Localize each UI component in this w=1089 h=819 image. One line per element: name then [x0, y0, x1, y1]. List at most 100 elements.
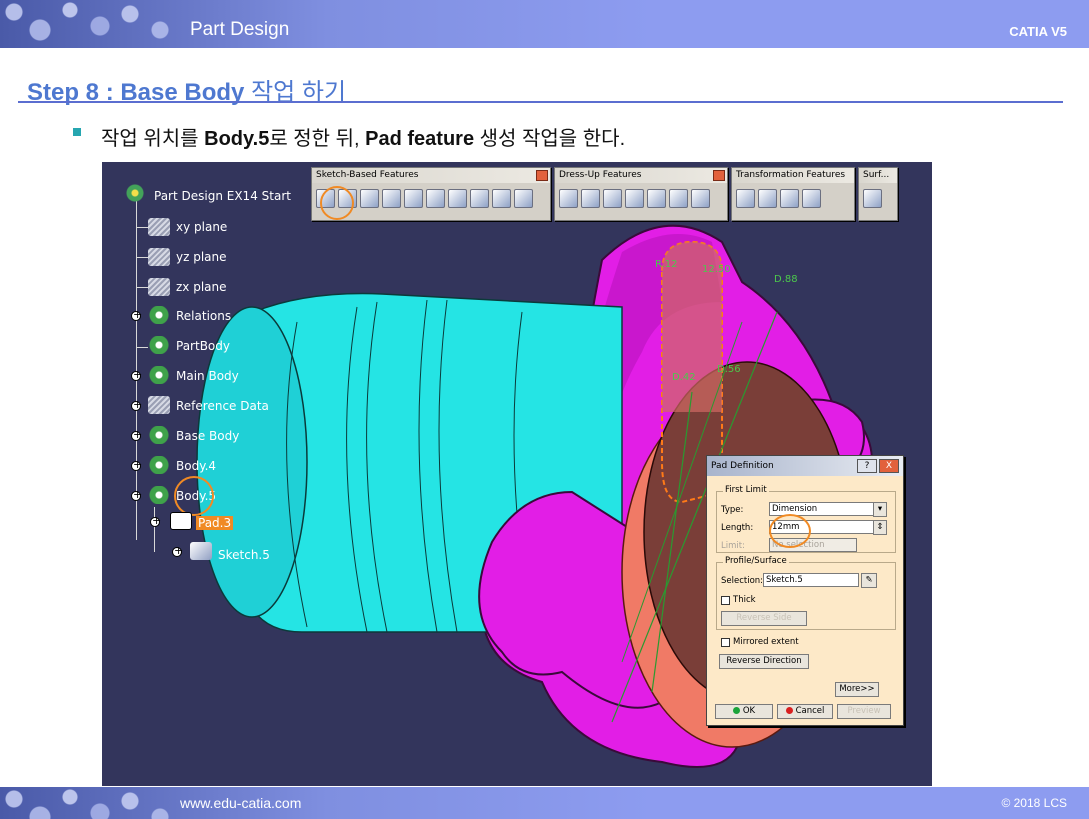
specification-tree: Part Design EX14 Start xy plane yz plane… — [102, 162, 362, 582]
profile-surface-group: Profile/Surface Selection: Sketch.5 ✎ Th… — [716, 556, 896, 630]
tree-item-sketch-5[interactable]: Sketch.5 — [218, 548, 270, 562]
draft-icon[interactable] — [603, 189, 622, 208]
tree-branch — [136, 257, 148, 258]
chamfer-icon[interactable] — [581, 189, 600, 208]
dialog-close-button[interactable]: X — [879, 459, 899, 473]
toolbar-dress-up: Dress-Up Features — [554, 167, 728, 221]
highlight-ring — [320, 186, 354, 220]
toolbar-surface: Surf... — [858, 167, 898, 221]
stepper-icon[interactable]: ⇕ — [873, 520, 887, 535]
slot-icon[interactable] — [448, 189, 467, 208]
remove-loft-icon[interactable] — [514, 189, 533, 208]
selection-input[interactable]: Sketch.5 — [763, 573, 859, 587]
tree-item-main-body[interactable]: Main Body — [176, 369, 239, 383]
ok-icon — [732, 707, 740, 714]
header-decoration — [0, 0, 170, 48]
reverse-side-button[interactable]: Reverse Side — [721, 611, 807, 626]
tree-item-partbody[interactable]: PartBody — [176, 339, 230, 353]
thickness-icon[interactable] — [647, 189, 666, 208]
dim-label: D.56 — [717, 364, 741, 375]
tree-item-base-body[interactable]: Base Body — [176, 429, 239, 443]
collapse-icon[interactable] — [131, 488, 142, 501]
toolbar-title: Surf... — [859, 168, 897, 183]
dim-label: 12.50 — [702, 264, 731, 275]
body-gear-icon — [148, 486, 170, 504]
expand-icon[interactable] — [172, 544, 183, 557]
ok-button[interactable]: OK — [715, 704, 773, 719]
mirrored-extent-checkbox[interactable] — [721, 638, 730, 647]
thick-checkbox[interactable] — [721, 596, 730, 605]
shaft-icon[interactable] — [360, 189, 379, 208]
mirror-icon[interactable] — [758, 189, 777, 208]
expand-icon[interactable] — [131, 308, 142, 321]
hole-icon[interactable] — [404, 189, 423, 208]
expand-icon[interactable] — [131, 368, 142, 381]
cancel-icon — [785, 707, 793, 714]
expand-icon[interactable] — [131, 458, 142, 471]
dim-label: R.12 — [655, 259, 678, 270]
toolbar-sketch-based: Sketch-Based Features — [311, 167, 551, 221]
more-button[interactable]: More>> — [835, 682, 879, 697]
ok-label: OK — [742, 706, 756, 716]
preview-button[interactable]: Preview — [837, 704, 891, 719]
mirrored-extent-label: Mirrored extent — [733, 637, 799, 647]
help-button[interactable]: ? — [857, 459, 877, 473]
dropdown-icon[interactable]: ▾ — [873, 502, 887, 517]
header-band: Part Design CATIA V5 — [0, 0, 1089, 48]
tree-item-xy-plane[interactable]: xy plane — [176, 220, 227, 234]
catia-viewport[interactable]: R.12 12.50 D.88 D.42 D.56 Part Design EX… — [102, 162, 932, 786]
cancel-label: Cancel — [795, 706, 825, 716]
footer-url: www.edu-catia.com — [180, 795, 302, 811]
profile-surface-label: Profile/Surface — [723, 556, 789, 566]
brand-label: CATIA V5 — [1009, 24, 1067, 39]
tree-item-body-4[interactable]: Body.4 — [176, 459, 216, 473]
expand-icon[interactable] — [131, 398, 142, 411]
stiffener-icon[interactable] — [470, 189, 489, 208]
tree-item-zx-plane[interactable]: zx plane — [176, 280, 227, 294]
footer-decoration — [0, 787, 170, 819]
toolbar-transformation: Transformation Features — [731, 167, 855, 221]
collapse-icon[interactable] — [150, 514, 161, 527]
thread-icon[interactable] — [669, 189, 688, 208]
loft-icon[interactable] — [492, 189, 511, 208]
tree-branch — [136, 287, 148, 288]
sketch-icon — [190, 542, 212, 560]
cancel-button[interactable]: Cancel — [777, 704, 833, 719]
sketcher-icon[interactable]: ✎ — [861, 573, 877, 588]
body-gear-icon — [148, 426, 170, 444]
shell-icon[interactable] — [625, 189, 644, 208]
split-icon[interactable] — [863, 189, 882, 208]
heading-rule — [18, 101, 1063, 103]
footer-copyright: © 2018 LCS — [1001, 796, 1067, 810]
highlight-ring — [174, 476, 214, 516]
tree-item-relations[interactable]: Relations — [176, 309, 231, 323]
translate-icon[interactable] — [736, 189, 755, 208]
scale-icon[interactable] — [802, 189, 821, 208]
expand-icon[interactable] — [131, 428, 142, 441]
selection-label: Selection: — [721, 576, 764, 586]
thick-label: Thick — [733, 595, 756, 605]
header-title: Part Design — [190, 19, 290, 40]
dim-label: D.42 — [672, 372, 696, 383]
remove-face-icon[interactable] — [691, 189, 710, 208]
instruction-part: 작업 위치를 — [101, 128, 205, 150]
fillet-icon[interactable] — [559, 189, 578, 208]
plane-icon — [148, 248, 170, 266]
close-icon[interactable] — [536, 170, 548, 181]
body-gear-icon — [148, 366, 170, 384]
first-limit-label: First Limit — [723, 485, 769, 495]
rib-icon[interactable] — [426, 189, 445, 208]
tree-item-reference-data[interactable]: Reference Data — [176, 399, 269, 413]
tree-root[interactable]: Part Design EX14 Start — [154, 189, 291, 203]
close-icon[interactable] — [713, 170, 725, 181]
groove-icon[interactable] — [382, 189, 401, 208]
highlight-ring — [769, 514, 811, 548]
part-gear-icon — [124, 184, 146, 202]
tree-item-pad-3[interactable]: Pad.3 — [196, 516, 234, 530]
pattern-icon[interactable] — [780, 189, 799, 208]
toolbar-title: Transformation Features — [732, 168, 854, 183]
instruction-text: 작업 위치를 Body.5로 정한 뒤, Pad feature 생성 작업을 … — [101, 122, 625, 151]
tree-item-yz-plane[interactable]: yz plane — [176, 250, 227, 264]
reverse-direction-button[interactable]: Reverse Direction — [719, 654, 809, 669]
length-label: Length: — [721, 523, 754, 533]
